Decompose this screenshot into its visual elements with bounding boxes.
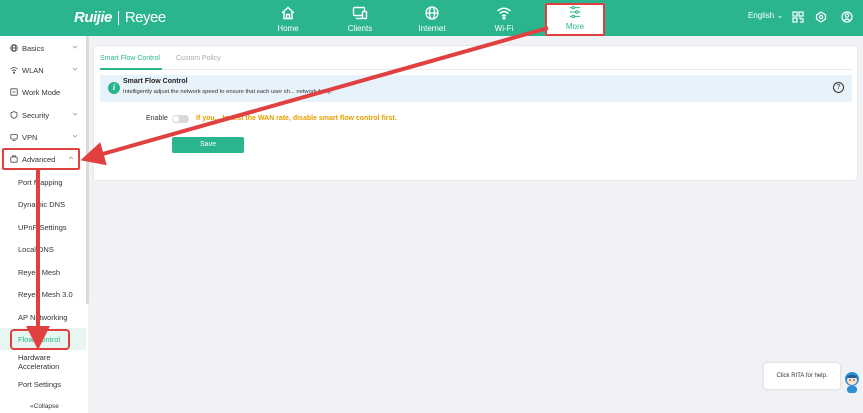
shield-icon: [10, 111, 18, 119]
collapse-label: Collapse: [33, 403, 59, 410]
language-label: English: [748, 11, 775, 20]
sidebar-item-vpn[interactable]: VPN: [0, 126, 86, 148]
wifi-icon: [497, 7, 511, 20]
sidebar-item-security[interactable]: Security: [0, 104, 86, 126]
sidebar-item-advanced[interactable]: Advanced: [2, 148, 80, 170]
warning-text: If you... to test the WAN rate, disable …: [196, 115, 397, 122]
logo[interactable]: Ruijie Reyee: [74, 9, 166, 26]
nav-home-label: Home: [277, 24, 299, 33]
enable-toggle[interactable]: [172, 115, 189, 123]
clients-icon: [352, 6, 368, 20]
chevron-down-icon: [72, 67, 78, 71]
tab-smart-flow-control[interactable]: Smart Flow Control: [100, 55, 160, 62]
globe-icon: [10, 44, 18, 52]
save-button[interactable]: Save: [172, 137, 244, 153]
logo-brand: Ruijie: [74, 9, 112, 26]
sidebar-subitem-label: Dynamic DNS: [18, 199, 66, 209]
top-bar: Ruijie Reyee Home Clients Internet Wi-Fi…: [0, 0, 863, 36]
app-icon[interactable]: [815, 11, 827, 23]
sidebar-subitem-dynamic-dns[interactable]: Dynamic DNS: [0, 193, 86, 215]
chevron-down-icon: [72, 112, 78, 116]
sidebar-subitem-label: Port Mapping: [18, 177, 63, 187]
nav-clients-label: Clients: [347, 24, 373, 33]
sidebar-subitem-ap-networking[interactable]: AP Networking: [0, 306, 86, 328]
sidebar-item-label: Basics: [22, 43, 45, 53]
sidebar-subitem-hardware-acceleration[interactable]: Hardware Acceleration: [0, 351, 86, 373]
chevron-up-icon: [68, 156, 74, 160]
info-banner: i Smart Flow Control Intelligently adjus…: [100, 75, 852, 102]
help-icon[interactable]: ?: [833, 82, 844, 93]
nav-more-label: More: [565, 22, 585, 31]
sidebar-subitem-upnp-settings[interactable]: UPnP Settings: [0, 216, 86, 238]
info-description: Intelligently adjust the network speed t…: [123, 89, 332, 95]
sidebar-subitem-reyee-mesh-3[interactable]: Reyee Mesh 3.0: [0, 283, 86, 305]
main-panel: Smart Flow Control Custom Policy i Smart…: [93, 45, 858, 181]
advanced-icon: [10, 155, 18, 163]
vpn-icon: [10, 134, 18, 141]
sidebar-subitem-port-mapping[interactable]: Port Mapping: [0, 171, 86, 193]
sidebar-item-label: Security: [22, 110, 50, 120]
nav-more[interactable]: More: [545, 3, 605, 36]
more-icon: [569, 5, 581, 19]
sidebar-scrollbar[interactable]: [86, 36, 89, 304]
sidebar-subitem-label: UPnP Settings: [18, 222, 67, 232]
sidebar-subitem-local-dns[interactable]: Local DNS: [0, 238, 86, 260]
sidebar-subitem-label: Hardware Acceleration: [18, 353, 60, 371]
sidebar-subitem-label: Reyee Mesh: [18, 267, 61, 277]
sidebar-subitem-label: Reyee Mesh 3.0: [18, 289, 73, 299]
work-mode-icon: [10, 88, 18, 96]
rita-assistant-icon[interactable]: [843, 370, 861, 394]
info-title: Smart Flow Control: [123, 78, 188, 85]
sidebar-subitem-flow-control[interactable]: Flow Control: [0, 328, 86, 350]
sidebar-item-work-mode[interactable]: Work Mode: [0, 81, 86, 103]
active-tab-indicator: [100, 68, 162, 70]
sidebar-item-wlan[interactable]: WLAN: [0, 59, 86, 81]
sidebar-subitem-label: AP Networking: [18, 312, 68, 322]
enable-label: Enable: [146, 115, 168, 122]
sidebar-subitem-reyee-mesh[interactable]: Reyee Mesh: [0, 261, 86, 283]
tab-custom-policy[interactable]: Custom Policy: [176, 55, 221, 62]
info-icon: i: [108, 82, 120, 94]
nav-internet-label: Internet: [418, 24, 446, 33]
logo-divider: [117, 10, 119, 25]
tab-divider: [100, 69, 853, 70]
sidebar-subitem-port-settings[interactable]: Port Settings: [0, 373, 86, 395]
user-icon[interactable]: [841, 11, 853, 23]
rita-help-tooltip: Click RITA for help.: [764, 363, 840, 389]
sidebar-item-label: Advanced: [22, 154, 56, 164]
nav-home[interactable]: Home: [258, 0, 318, 36]
chevron-down-icon: [72, 134, 78, 138]
nav-clients[interactable]: Clients: [330, 0, 390, 36]
nav-wifi[interactable]: Wi-Fi: [474, 0, 534, 36]
sidebar-subitem-label: Flow Control: [9, 328, 71, 350]
wifi-icon: [10, 67, 18, 74]
language-select[interactable]: English ⌄: [748, 11, 783, 20]
sidebar-item-basics[interactable]: Basics: [0, 37, 86, 59]
nav-internet[interactable]: Internet: [402, 0, 462, 36]
collapse-button[interactable]: «Collapse: [30, 403, 59, 410]
nav-wifi-label: Wi-Fi: [494, 24, 514, 33]
globe-icon: [425, 6, 439, 20]
sidebar-item-label: VPN: [22, 132, 38, 142]
sidebar-subitem-label: Port Settings: [18, 379, 61, 389]
chevron-down-icon: [72, 45, 78, 49]
sidebar-item-label: Work Mode: [22, 87, 61, 97]
chevron-down-icon: ⌄: [776, 11, 784, 20]
qr-code-icon[interactable]: [792, 11, 804, 23]
sidebar-item-label: WLAN: [22, 65, 44, 75]
sidebar-subitem-label: Local DNS: [18, 244, 54, 254]
logo-sub: Reyee: [124, 9, 166, 26]
home-icon: [281, 6, 295, 20]
